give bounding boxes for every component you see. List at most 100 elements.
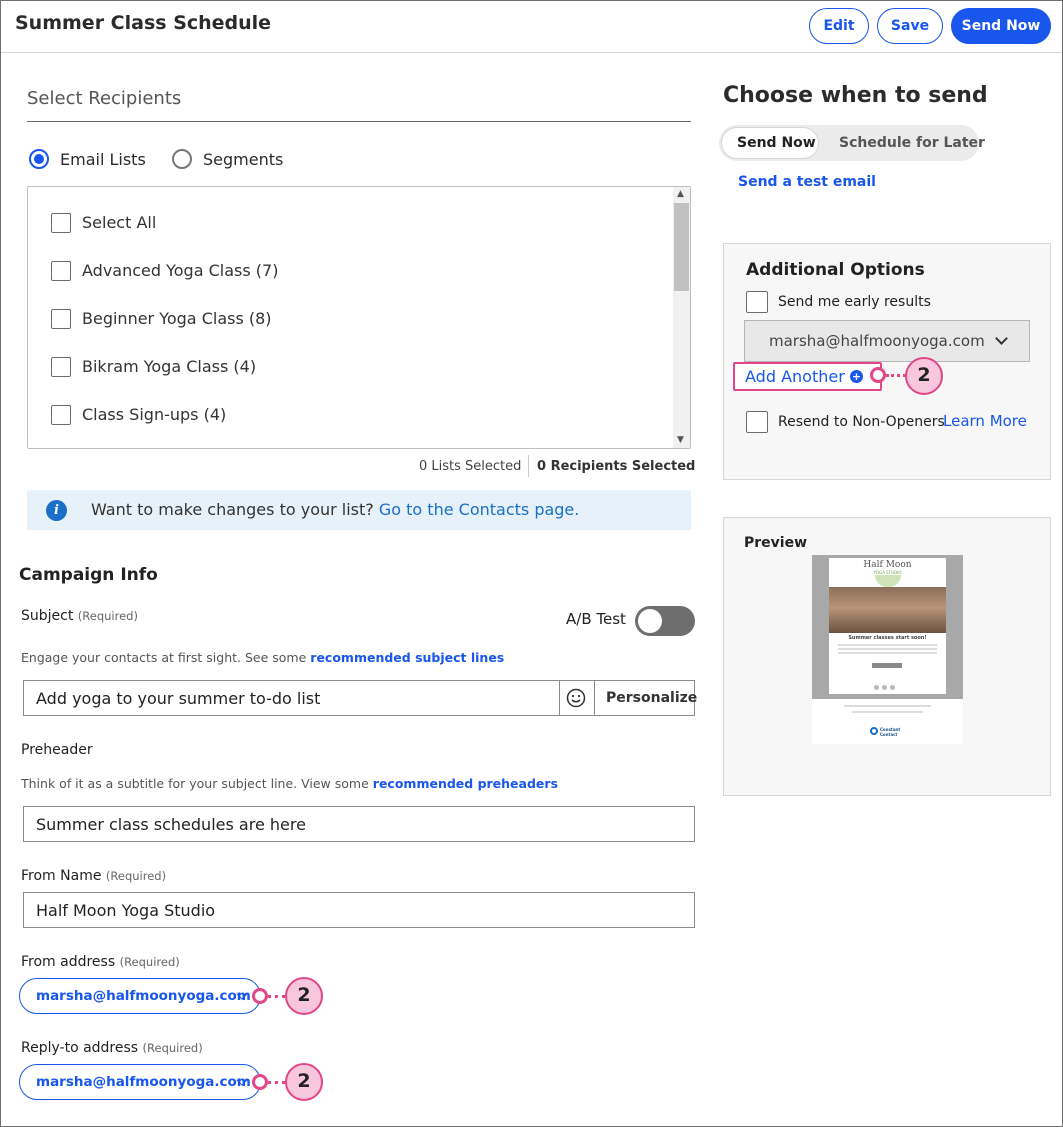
list-item-checkbox[interactable] [51,261,71,281]
reply-to-label: Reply-to address (Required) [21,1040,203,1056]
thumb-footer-brand: Constant Contact [880,727,901,737]
email-preview-thumbnail[interactable]: Half Moon YOGA STUDIO Summer classes sta… [812,555,963,744]
tab-send-now-label[interactable]: Send Now [737,135,816,151]
thumb-button [872,663,902,668]
plus-icon[interactable]: + [850,370,863,383]
thumb-footer-line [844,705,931,707]
segments-radio[interactable] [172,149,192,169]
early-results-checkbox[interactable] [746,291,768,313]
send-now-button[interactable]: Send Now [951,8,1051,44]
preheader-help-text: Think of it as a subtitle for your subje… [21,776,369,791]
constant-contact-logo-icon [870,727,878,735]
callout-anchor [870,367,886,383]
required-note: (Required) [77,609,138,623]
callout-connector [268,1081,285,1084]
add-another-label[interactable]: Add Another [745,367,845,386]
info-icon: i [46,500,67,521]
thumb-footer-line [852,711,923,713]
reply-to-label-text: Reply-to address [21,1040,139,1056]
header-divider [1,52,1062,53]
preview-title: Preview [744,535,808,551]
scroll-up-icon[interactable]: ▲ [677,189,684,199]
from-name-value[interactable]: Half Moon Yoga Studio [36,901,215,920]
required-note: (Required) [142,1041,203,1055]
callout-badge: 2 [905,357,943,395]
select-all-checkbox[interactable] [51,213,71,233]
lists-selected-count: 0 Lists Selected [419,459,522,474]
subject-label-text: Subject [21,608,74,624]
required-note: (Required) [119,955,180,969]
list-item-label[interactable]: Select All [82,213,156,232]
reply-to-value[interactable]: marsha@halfmoonyoga.com [36,1074,251,1090]
preheader-help: Think of it as a subtitle for your subje… [21,776,558,791]
ab-test-label: A/B Test [566,610,626,628]
thumb-text-line [838,652,937,654]
send-timing-title: Choose when to send [723,83,988,108]
scroll-down-icon[interactable]: ▼ [677,435,684,445]
early-results-email-value[interactable]: marsha@halfmoonyoga.com [769,332,985,350]
edit-button[interactable]: Edit [809,8,869,44]
from-name-label: From Name (Required) [21,868,166,884]
list-item-checkbox[interactable] [51,309,71,329]
resend-checkbox[interactable] [746,411,768,433]
subject-label: Subject (Required) [21,608,138,624]
callout-connector [268,995,285,998]
thumb-text-line [838,644,937,646]
page-title: Summer Class Schedule [15,12,272,34]
thumb-text-line [838,648,937,650]
recipients-selected-count: 0 Recipients Selected [537,459,696,474]
contacts-page-link[interactable]: Go to the Contacts page. [379,500,579,519]
from-address-label: From address (Required) [21,954,180,970]
personalize-divider [594,681,595,715]
subject-value[interactable]: Add yoga to your summer to-do list [36,689,320,708]
list-item-checkbox[interactable] [51,357,71,377]
thumb-headline: Summer classes start soon! [848,635,927,641]
list-item-label[interactable]: Beginner Yoga Class (8) [82,309,272,328]
subject-help: Engage your contacts at first sight. See… [21,650,504,665]
subject-divider [559,681,560,715]
callout-badge: 2 [285,1063,323,1101]
learn-more-link[interactable]: Learn More [943,412,1027,430]
list-item-label[interactable]: Bikram Yoga Class (4) [82,357,256,376]
early-results-label[interactable]: Send me early results [778,294,931,310]
required-note: (Required) [105,869,167,883]
personalize-button[interactable]: Personalize [606,690,697,706]
recipients-title: Select Recipients [27,88,182,109]
preheader-value[interactable]: Summer class schedules are here [36,815,306,834]
recommended-subject-lines-link[interactable]: recommended subject lines [310,650,504,665]
list-item-label[interactable]: Class Sign-ups (4) [82,405,226,424]
campaign-info-title: Campaign Info [19,565,158,585]
recipients-divider [27,121,691,122]
email-lists-radio[interactable] [29,149,49,169]
from-address-value[interactable]: marsha@halfmoonyoga.com [36,988,251,1004]
subject-help-text: Engage your contacts at first sight. See… [21,650,307,665]
info-text: Want to make changes to your list? [91,500,374,519]
list-item-checkbox[interactable] [51,405,71,425]
info-message: Want to make changes to your list? Go to… [91,500,579,519]
save-button[interactable]: Save [877,8,943,44]
thumb-brand: Half Moon [863,560,912,570]
thumb-social-icon [890,685,895,690]
from-name-label-text: From Name [21,868,102,884]
from-address-label-text: From address [21,954,116,970]
thumb-social-icon [874,685,879,690]
ab-test-toggle-knob[interactable] [638,609,662,633]
tab-schedule-later[interactable]: Schedule for Later [839,135,985,151]
preheader-label: Preheader [21,742,93,758]
list-scrollbar-thumb[interactable] [674,203,689,291]
callout-connector [886,374,906,377]
smiley-icon[interactable] [565,687,587,709]
callout-anchor [252,1074,268,1090]
callout-anchor [252,988,268,1004]
count-divider [528,455,529,477]
callout-badge: 2 [285,977,323,1015]
segments-label[interactable]: Segments [203,150,283,169]
email-lists-label[interactable]: Email Lists [60,150,146,169]
additional-options-title: Additional Options [746,260,925,280]
recommended-preheaders-link[interactable]: recommended preheaders [373,776,558,791]
thumb-social-icon [882,685,887,690]
send-test-email-link[interactable]: Send a test email [738,174,876,190]
list-item-label[interactable]: Advanced Yoga Class (7) [82,261,278,280]
resend-label[interactable]: Resend to Non-Openers [778,414,945,430]
thumb-photo [829,587,946,633]
